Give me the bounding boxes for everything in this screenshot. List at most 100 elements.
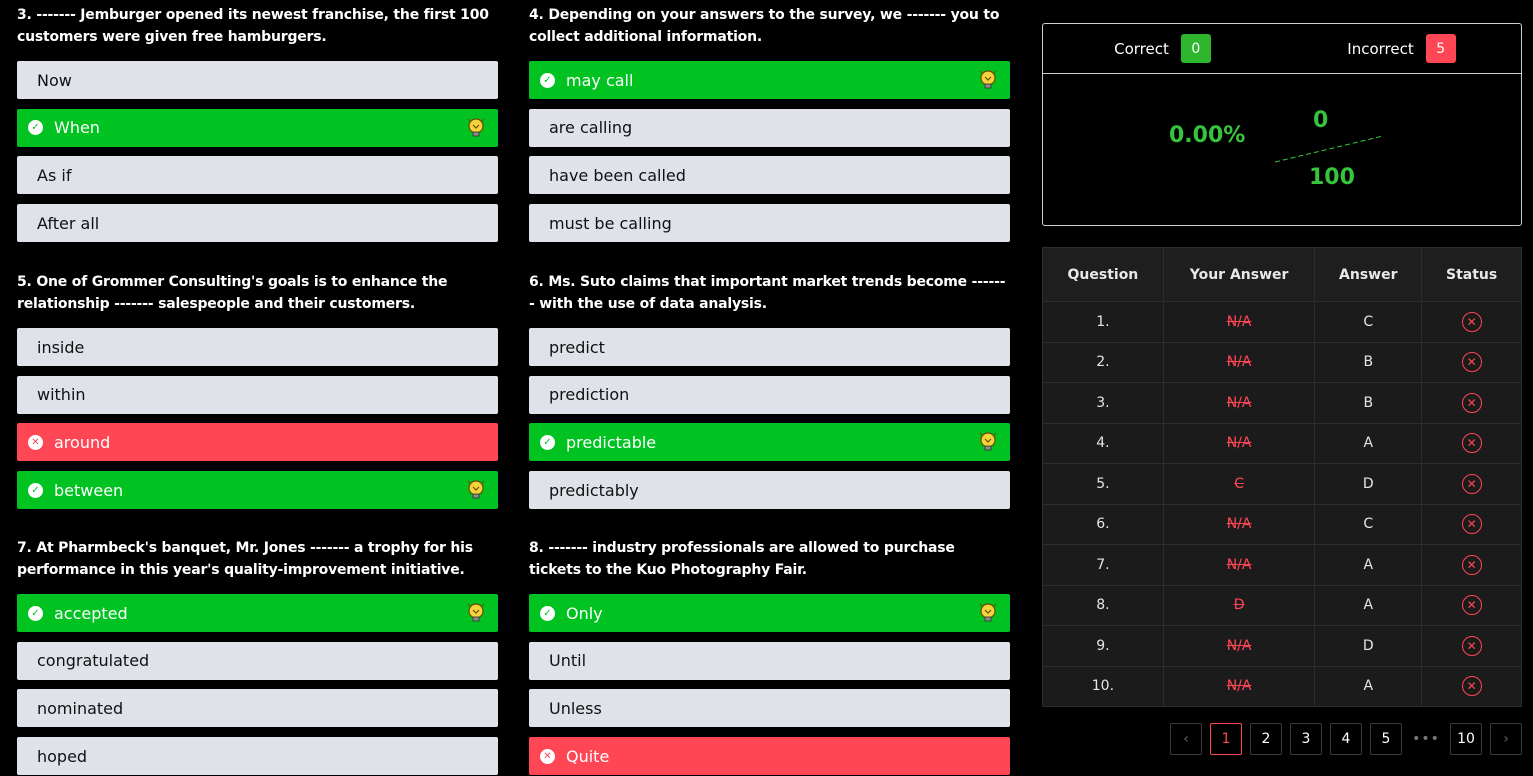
answer-option[interactable]: prediction (529, 375, 1010, 414)
next-page-button[interactable]: › (1490, 723, 1522, 755)
correct-answer-cell: C (1314, 301, 1423, 343)
x-circle-icon: ✕ (1461, 635, 1482, 656)
answer-option[interactable]: ✓ predictable (529, 423, 1010, 462)
your-answer-cell: N/A (1162, 301, 1316, 343)
score-summary: Correct 0 Incorrect 5 0.00% 0 100 (1042, 23, 1522, 226)
your-answer-cell: N/A (1162, 382, 1316, 424)
table-row: 1. N/A C ✕ (1042, 301, 1522, 343)
fraction-divider (1275, 135, 1384, 163)
results-table: Question Your Answer Answer Status 1. N/A… (1042, 247, 1522, 707)
lightbulb-icon[interactable] (466, 117, 486, 139)
answer-option[interactable]: inside (17, 328, 498, 366)
more-pages-ellipsis[interactable]: ••• (1410, 723, 1442, 755)
answer-option-label: nominated (37, 698, 124, 718)
answer-option-label: predictably (549, 480, 639, 500)
question-number-cell: 4. (1042, 422, 1164, 464)
page-4-button[interactable]: 4 (1330, 723, 1362, 755)
answer-option[interactable]: ✕ Quite (529, 737, 1010, 776)
answer-option[interactable]: are calling (529, 108, 1010, 147)
lightbulb-icon[interactable] (978, 431, 998, 453)
question-number-cell: 6. (1042, 503, 1164, 545)
correct-answer-cell: B (1314, 341, 1423, 383)
question-text: 4. Depending on your answers to the surv… (529, 7, 1000, 45)
answer-option-label: When (54, 118, 100, 138)
correct-label: Correct (1114, 39, 1169, 58)
score-header: Correct 0 Incorrect 5 (1043, 24, 1521, 74)
answer-option[interactable]: must be calling (529, 204, 1010, 243)
answer-option[interactable]: predict (529, 328, 1010, 366)
page-5-button[interactable]: 5 (1370, 723, 1402, 755)
answer-option-label: congratulated (37, 651, 150, 671)
check-circle-icon: ✓ (540, 605, 555, 621)
answer-option[interactable]: predictably (529, 471, 1010, 510)
lightbulb-icon[interactable] (466, 479, 486, 501)
answer-option-label: accepted (54, 603, 128, 623)
question-block: 8. ------- industry professionals are al… (529, 537, 1010, 776)
answer-option[interactable]: ✓ may call (529, 61, 1010, 99)
table-row: 9. N/A D ✕ (1042, 625, 1522, 667)
answer-options: predict prediction ✓ predictable predictably (529, 328, 1010, 510)
x-circle-icon: ✕ (1461, 595, 1482, 616)
answer-option[interactable]: ✓ between (17, 471, 498, 510)
question-block: 4. Depending on your answers to the surv… (529, 4, 1010, 252)
answer-option[interactable]: ✓ accepted (17, 594, 498, 632)
page-2-button[interactable]: 2 (1250, 723, 1282, 755)
answer-option[interactable]: nominated (17, 689, 498, 728)
lightbulb-icon[interactable] (466, 602, 486, 624)
question-text: 5. One of Grommer Consulting's goals is … (17, 274, 448, 312)
answer-option[interactable]: Unless (529, 689, 1010, 728)
answer-option[interactable]: ✓ Only (529, 594, 1010, 632)
your-answer-cell: N/A (1162, 665, 1316, 707)
page-10-button[interactable]: 10 (1450, 723, 1482, 755)
page-1-button[interactable]: 1 (1210, 723, 1242, 755)
correct-answer-cell: A (1314, 665, 1423, 707)
your-answer-cell: N/A (1162, 422, 1316, 464)
x-circle-icon: ✕ (1461, 392, 1482, 413)
question-text: 8. ------- industry professionals are al… (529, 540, 955, 578)
answer-option[interactable]: congratulated (17, 641, 498, 680)
answer-options: Now ✓ When As if After all (17, 61, 498, 243)
answer-option-label: inside (37, 337, 85, 357)
answer-option[interactable]: ✕ around (17, 423, 498, 462)
question-number-cell: 2. (1042, 341, 1164, 383)
x-circle-icon: ✕ (1461, 352, 1482, 373)
answer-option[interactable]: ✓ When (17, 108, 498, 147)
table-row: 2. N/A B ✕ (1042, 341, 1522, 383)
your-answer-cell: N/A (1162, 544, 1316, 586)
col-your-answer: Your Answer (1162, 247, 1316, 302)
answer-option[interactable]: have been called (529, 156, 1010, 195)
status-cell: ✕ (1421, 422, 1522, 464)
score-numerator: 0 (1313, 108, 1329, 133)
answer-option[interactable]: Until (529, 641, 1010, 680)
your-answer-cell: N/A (1162, 503, 1316, 545)
score-denominator: 100 (1309, 165, 1355, 190)
answer-option-label: around (54, 432, 111, 452)
your-answer-cell: N/A (1162, 625, 1316, 667)
question-text: 3. ------- Jemburger opened its newest f… (17, 7, 489, 45)
table-row: 10. N/A A ✕ (1042, 665, 1522, 707)
lightbulb-icon[interactable] (978, 69, 998, 91)
check-circle-icon: ✓ (540, 434, 555, 450)
answer-option-label: Unless (549, 698, 602, 718)
correct-group: Correct 0 (1043, 34, 1282, 63)
table-row: 5. C D ✕ (1042, 463, 1522, 505)
your-answer-cell: C (1162, 463, 1316, 505)
status-cell: ✕ (1421, 503, 1522, 545)
status-cell: ✕ (1421, 382, 1522, 424)
question-block: 3. ------- Jemburger opened its newest f… (17, 4, 498, 252)
answer-option[interactable]: hoped (17, 737, 498, 776)
answer-option[interactable]: After all (17, 204, 498, 243)
answer-option[interactable]: within (17, 375, 498, 414)
answer-option-label: may call (566, 70, 634, 90)
question-number-cell: 5. (1042, 463, 1164, 505)
status-cell: ✕ (1421, 463, 1522, 505)
prev-page-button[interactable]: ‹ (1170, 723, 1202, 755)
your-answer-cell: D (1162, 584, 1316, 626)
answer-option[interactable]: Now (17, 61, 498, 99)
question-number-cell: 10. (1042, 665, 1164, 707)
correct-answer-cell: B (1314, 382, 1423, 424)
lightbulb-icon[interactable] (978, 602, 998, 624)
answer-option[interactable]: As if (17, 156, 498, 195)
page-3-button[interactable]: 3 (1290, 723, 1322, 755)
col-question: Question (1042, 247, 1164, 302)
